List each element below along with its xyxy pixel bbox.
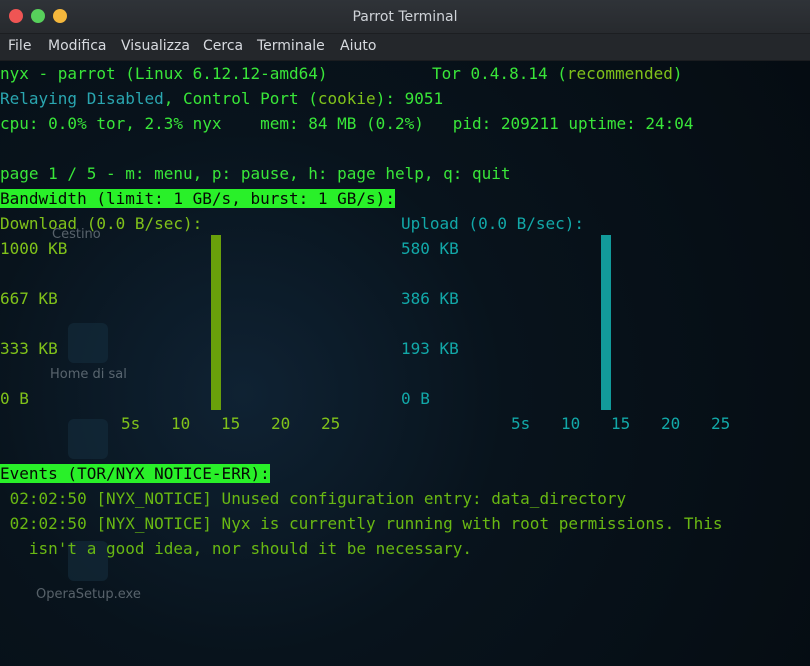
terminal-window: Parrot Terminal File Modifica Visualizza… — [0, 0, 810, 666]
relay-status-line: Relaying Disabled, Control Port (cookie)… — [0, 89, 444, 108]
upload-xtick: 5s — [511, 414, 531, 433]
download-ytick: 667 KB — [0, 289, 58, 308]
download-xtick: 10 — [171, 414, 191, 433]
upload-ytick: 580 KB — [401, 239, 459, 258]
menu-aiuto[interactable]: Aiuto — [340, 38, 376, 54]
upload-xtick: 15 — [611, 414, 631, 433]
download-ytick: 333 KB — [0, 339, 58, 358]
relaying-status: Relaying Disabled — [0, 89, 164, 108]
upload-xtick: 25 — [711, 414, 731, 433]
upload-bandwidth-bar — [601, 235, 611, 410]
bandwidth-panel-title: Bandwidth (limit: 1 GB/s, burst: 1 GB/s)… — [0, 189, 395, 208]
menu-file[interactable]: File — [8, 38, 31, 54]
download-ytick: 1000 KB — [0, 239, 68, 258]
menu-modifica[interactable]: Modifica — [48, 38, 107, 54]
menu-bar: File Modifica Visualizza Cerca Terminale… — [0, 34, 810, 61]
terminal-area[interactable]: Cestino Home di sal OperaSetup.exe nyx -… — [0, 61, 810, 666]
menu-cerca[interactable]: Cerca — [203, 38, 243, 54]
events-panel-title: Events (TOR/NYX NOTICE-ERR): — [0, 464, 270, 483]
resource-stats-line: cpu: 0.0% tor, 2.3% nyx mem: 84 MB (0.2%… — [0, 114, 694, 133]
upload-xtick: 20 — [661, 414, 681, 433]
download-rate-label: Download (0.0 B/sec): — [0, 214, 203, 233]
home-folder-icon — [68, 323, 108, 363]
upload-xtick: 10 — [561, 414, 581, 433]
upload-ytick: 0 B — [401, 389, 430, 408]
download-xtick: 20 — [271, 414, 291, 433]
event-log-line: 02:02:50 [NYX_NOTICE] Unused configurati… — [0, 489, 627, 508]
upload-rate-label: Upload (0.0 B/sec): — [401, 214, 585, 233]
window-title: Parrot Terminal — [352, 9, 458, 25]
auth-method: cookie — [317, 89, 376, 108]
desktop-home-label: Home di sal — [50, 367, 127, 382]
tor-version-info: Tor 0.4.8.14 (recommended) — [432, 64, 683, 83]
nyx-header-line: nyx - parrot (Linux 6.12.12-amd64) Tor 0.… — [0, 61, 682, 86]
desktop-opera-label: OperaSetup.exe — [36, 587, 141, 602]
page-navigation-hint: page 1 / 5 - m: menu, p: pause, h: page … — [0, 164, 511, 183]
menu-terminale[interactable]: Terminale — [257, 38, 325, 54]
title-bar[interactable]: Parrot Terminal — [0, 0, 810, 34]
avatar-icon — [68, 419, 108, 459]
tor-status: recommended — [566, 64, 673, 83]
download-xtick: 15 — [221, 414, 241, 433]
upload-ytick: 386 KB — [401, 289, 459, 308]
download-ytick: 0 B — [0, 389, 29, 408]
download-bandwidth-bar — [211, 235, 221, 410]
host-info: nyx - parrot (Linux 6.12.12-amd64) — [0, 64, 328, 83]
upload-ytick: 193 KB — [401, 339, 459, 358]
event-log-line: 02:02:50 [NYX_NOTICE] Nyx is currently r… — [0, 514, 723, 533]
download-xtick: 5s — [121, 414, 141, 433]
event-log-line: isn't a good idea, nor should it be nece… — [0, 539, 473, 558]
menu-visualizza[interactable]: Visualizza — [121, 38, 190, 54]
download-xtick: 25 — [321, 414, 341, 433]
